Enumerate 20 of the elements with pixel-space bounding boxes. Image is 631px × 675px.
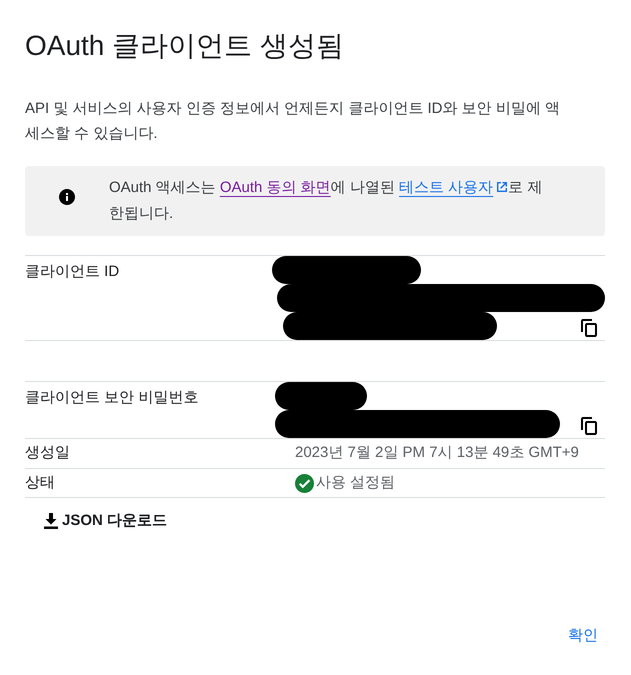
copy-icon bbox=[581, 417, 597, 435]
detail-label: 생성일 bbox=[25, 443, 71, 464]
consent-screen-link[interactable]: OAuth 동의 화면 bbox=[220, 179, 331, 196]
confirm-button[interactable]: 확인 bbox=[561, 616, 605, 655]
dialog-title: OAuth 클라이언트 생성됨 bbox=[25, 29, 345, 63]
field-label: 클라이언트 보안 비밀번호 bbox=[25, 388, 200, 408]
external-link-icon bbox=[496, 181, 508, 193]
copy-button[interactable] bbox=[581, 417, 597, 435]
detail-label: 상태 bbox=[25, 472, 56, 493]
description-text: API 및 서비스의 사용자 인증 정보에서 언제든지 클라이언트 ID와 보안 비밀에 액세스할 수 있습니다. bbox=[25, 99, 562, 144]
copy-icon bbox=[581, 319, 597, 337]
test-users-link[interactable]: 테스트 사용자 bbox=[399, 179, 508, 196]
info-icon bbox=[59, 189, 75, 205]
download-icon bbox=[43, 513, 59, 530]
download-json-button[interactable]: JSON 다운로드 bbox=[35, 504, 176, 538]
notice-text: OAuth 액세스는 OAuth 동의 화면에 나열된 테스트 사용자 로 제한됩니다. bbox=[109, 178, 544, 224]
field-label: 클라이언트 ID bbox=[25, 262, 120, 282]
created-date-text: 2023년 7월 2일 PM 7시 13분 49초 GMT+9 bbox=[295, 443, 579, 464]
status-text: 사용 설정됨 bbox=[316, 472, 396, 493]
copy-button[interactable] bbox=[581, 319, 597, 337]
